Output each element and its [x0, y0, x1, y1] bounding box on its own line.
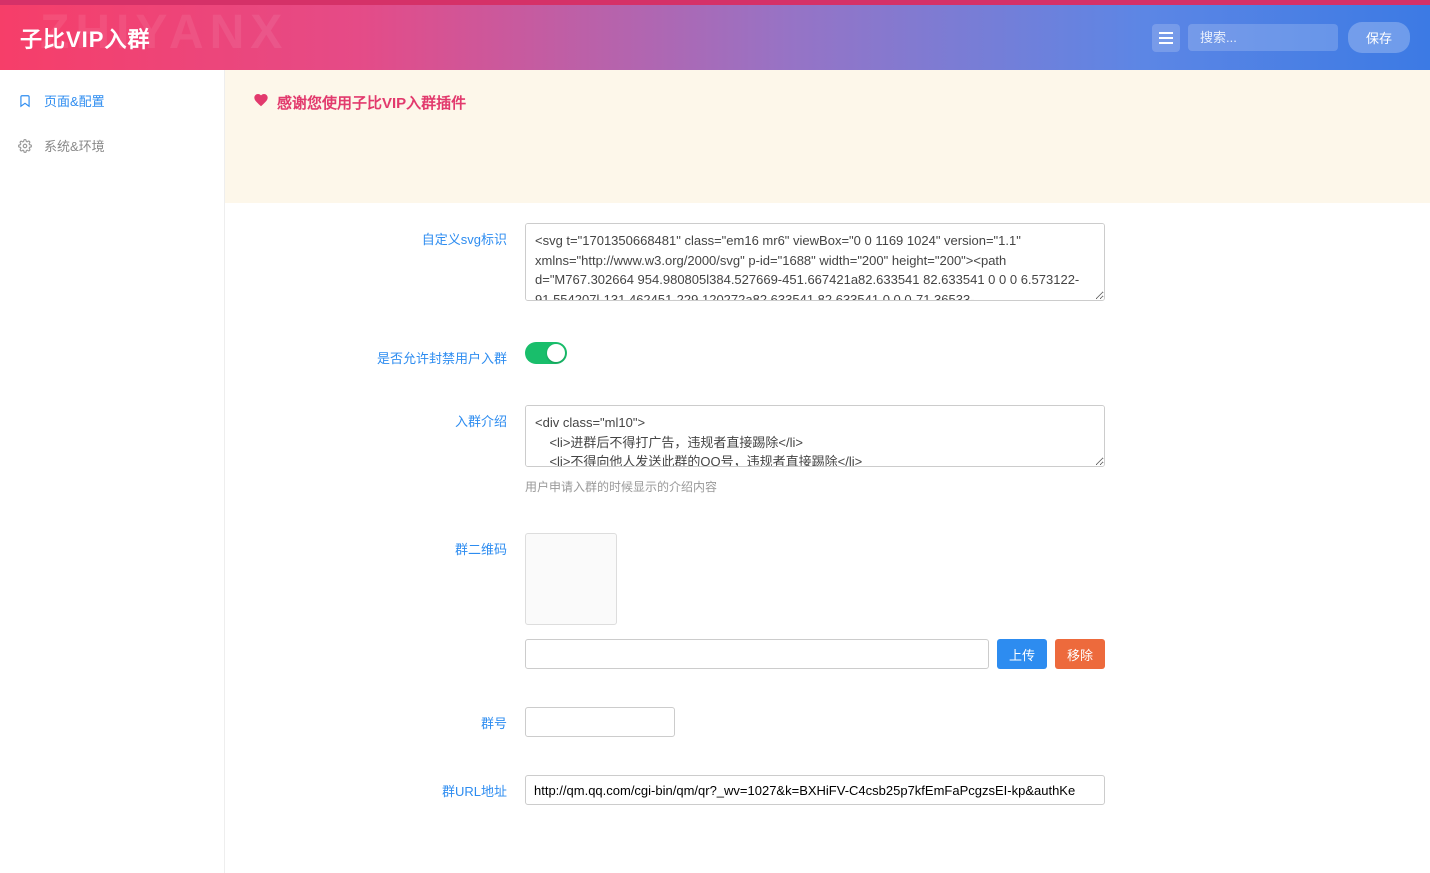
menu-toggle-button[interactable]: [1152, 24, 1180, 52]
sidebar-item-system-env[interactable]: 系统&环境: [0, 123, 224, 168]
thanks-banner: 感谢您使用子比VIP入群插件: [225, 70, 1430, 203]
svg-textarea[interactable]: [525, 223, 1105, 301]
list-icon: [1159, 32, 1173, 44]
label-intro: 入群介绍: [225, 405, 525, 430]
gear-icon: [18, 139, 34, 153]
label-url: 群URL地址: [225, 775, 525, 800]
search-input[interactable]: [1188, 24, 1338, 51]
intro-hint: 用户申请入群的时候显示的介绍内容: [525, 478, 1105, 495]
sidebar-item-label: 页面&配置: [44, 91, 105, 110]
sidebar-item-label: 系统&环境: [44, 136, 105, 155]
intro-textarea[interactable]: [525, 405, 1105, 467]
sidebar-item-page-config[interactable]: 页面&配置: [0, 78, 224, 123]
qr-path-input[interactable]: [525, 639, 989, 669]
label-svg: 自定义svg标识: [225, 223, 525, 248]
qr-preview: [525, 533, 617, 625]
main-content: 感谢您使用子比VIP入群插件 自定义svg标识 是否允许封禁用户入群 入群介绍: [225, 70, 1430, 873]
save-button[interactable]: 保存: [1348, 22, 1410, 53]
remove-button[interactable]: 移除: [1055, 639, 1105, 669]
group-number-input[interactable]: [525, 707, 675, 737]
bookmark-icon: [18, 94, 34, 108]
banner-text: 感谢您使用子比VIP入群插件: [277, 92, 466, 113]
upload-button[interactable]: 上传: [997, 639, 1047, 669]
label-qr: 群二维码: [225, 533, 525, 558]
brand-title: 子比VIP入群: [20, 22, 150, 54]
allow-banned-toggle[interactable]: [525, 342, 567, 364]
sidebar: 页面&配置 系统&环境: [0, 70, 225, 873]
label-groupno: 群号: [225, 707, 525, 732]
heart-icon: [253, 92, 269, 108]
group-url-input[interactable]: [525, 775, 1105, 805]
label-allow-banned: 是否允许封禁用户入群: [225, 342, 525, 367]
top-bar: ZHIYANX 子比VIP入群 保存: [0, 0, 1430, 70]
